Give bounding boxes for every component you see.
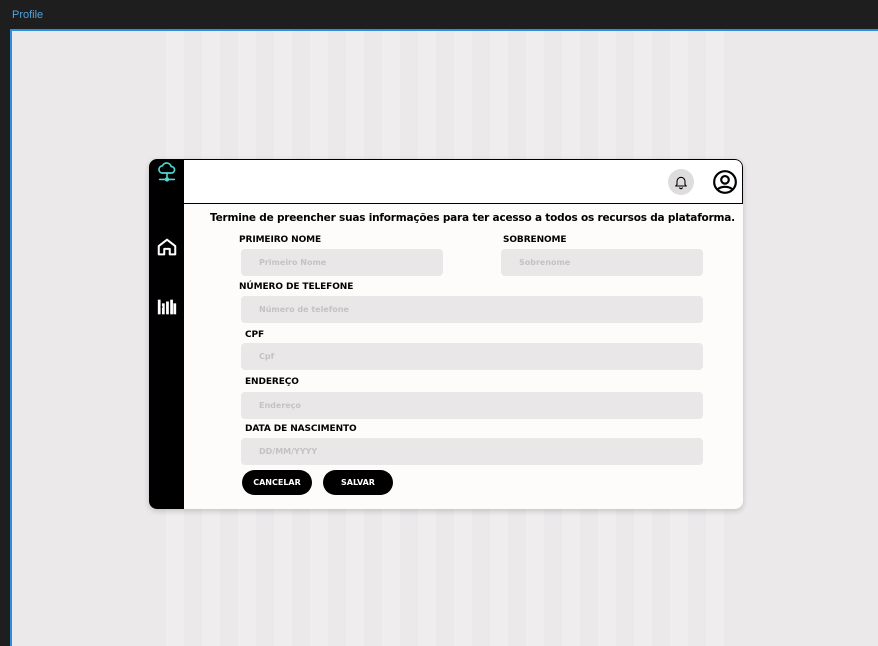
profile-card: Termine de preencher suas informações pa… xyxy=(149,159,743,509)
last-name-input[interactable] xyxy=(501,249,703,276)
save-button[interactable]: SALVAR xyxy=(323,470,393,495)
design-canvas: Termine de preencher suas informações pa… xyxy=(10,29,878,646)
last-name-label: SOBRENOME xyxy=(503,235,567,245)
form-heading: Termine de preencher suas informações pa… xyxy=(210,212,735,224)
address-label: ENDEREÇO xyxy=(245,377,299,387)
birthdate-input[interactable] xyxy=(241,438,703,465)
birthdate-label: DATA DE NASCIMENTO xyxy=(245,424,357,434)
phone-input[interactable] xyxy=(241,296,703,323)
address-input[interactable] xyxy=(241,392,703,419)
title-bar: Profile xyxy=(0,0,878,28)
cancel-button[interactable]: CANCELAR xyxy=(242,470,312,495)
bell-icon[interactable] xyxy=(668,169,694,195)
frame-label[interactable]: Profile xyxy=(12,9,43,21)
phone-label: NÚMERO DE TELEFONE xyxy=(239,282,354,292)
sidebar xyxy=(149,159,184,509)
first-name-input[interactable] xyxy=(241,249,443,276)
cpf-input[interactable] xyxy=(241,343,703,370)
cpf-label: CPF xyxy=(245,330,265,340)
home-icon[interactable] xyxy=(155,235,179,259)
top-header xyxy=(184,159,743,204)
first-name-label: PRIMEIRO NOME xyxy=(239,235,322,245)
cloud-network-icon[interactable] xyxy=(155,161,179,185)
library-icon[interactable] xyxy=(155,295,179,319)
user-circle-icon[interactable] xyxy=(711,168,739,196)
